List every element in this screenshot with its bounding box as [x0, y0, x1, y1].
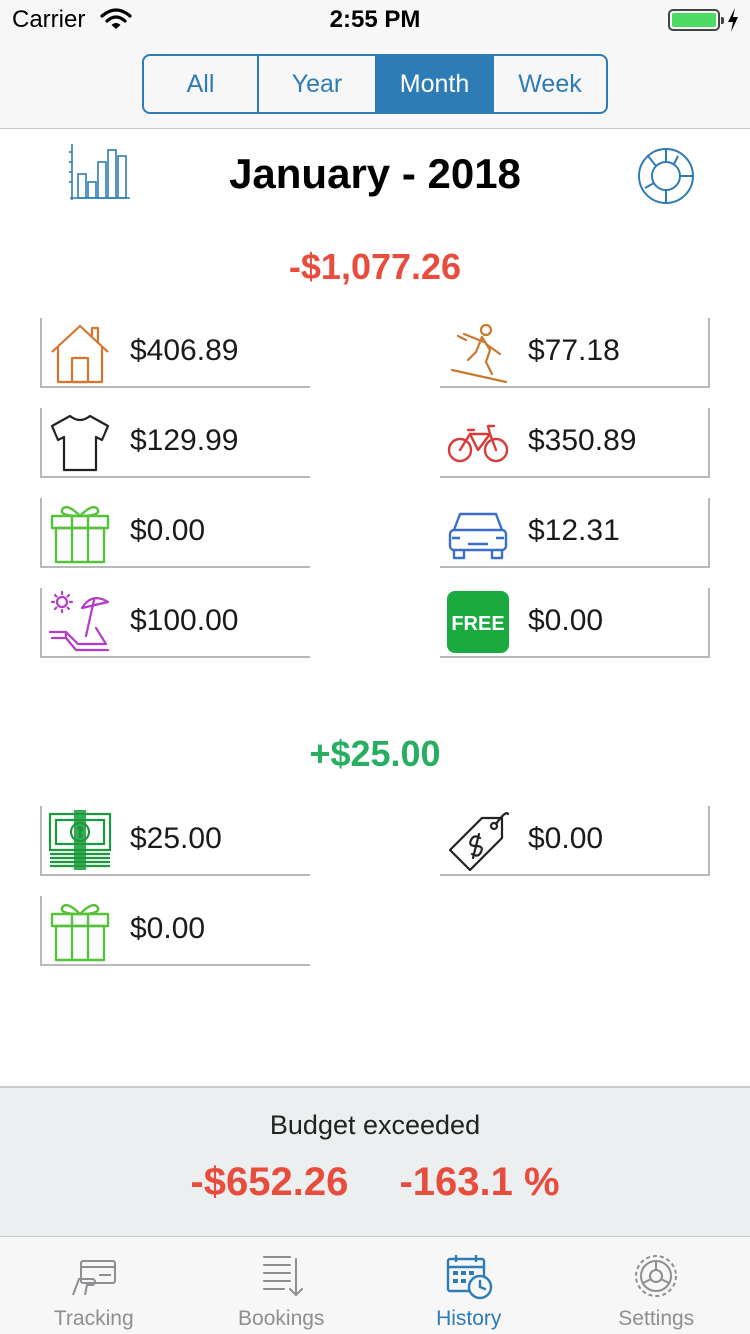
clock-label: 2:55 PM — [329, 6, 421, 33]
expense-tile-bicycle[interactable]: $350.89 — [440, 408, 710, 478]
tab-bar: Tracking Bookings History Settings — [0, 1236, 750, 1334]
tile-amount: $350.89 — [528, 424, 637, 457]
tile-amount: $100.00 — [130, 604, 239, 637]
segment-all[interactable]: All — [144, 56, 259, 112]
price-tag-icon — [448, 812, 510, 872]
donut-chart-icon[interactable] — [636, 146, 696, 206]
segment-week[interactable]: Week — [494, 56, 606, 112]
list-icon — [263, 1256, 304, 1297]
tile-amount: $25.00 — [130, 822, 222, 855]
period-header: January - 2018 — [0, 130, 750, 220]
budget-values: -$652.26 -163.1 % — [0, 1160, 750, 1205]
expense-tile-free[interactable]: FREE $0.00 — [440, 588, 710, 658]
tile-amount: $0.00 — [528, 822, 604, 855]
tab-settings[interactable]: Settings — [563, 1237, 750, 1334]
budget-status-label: Budget exceeded — [269, 1110, 481, 1140]
expense-tile-clothing[interactable]: $129.99 — [40, 408, 310, 478]
expense-tile-housing[interactable]: $406.89 — [40, 318, 310, 388]
bicycle-icon — [447, 424, 509, 463]
battery-icon — [668, 9, 724, 31]
tile-amount: $129.99 — [130, 424, 239, 457]
house-icon — [51, 324, 109, 384]
period-segmented-control: All Year Month Week — [142, 54, 608, 114]
tile-amount: $0.00 — [130, 514, 206, 547]
beach-chair-icon — [48, 590, 110, 652]
card-icon — [71, 1260, 116, 1296]
income-tile-gifts[interactable]: $0.00 — [40, 896, 310, 966]
tile-amount: $0.00 — [130, 912, 206, 945]
gift-icon — [50, 505, 110, 564]
tile-amount: $77.18 — [528, 334, 620, 367]
segment-year[interactable]: Year — [259, 56, 377, 112]
status-bar: Carrier 2:55 PM — [0, 0, 750, 40]
tile-amount: $0.00 — [528, 604, 604, 637]
expenses-total: -$1,077.26 — [288, 246, 462, 287]
expense-tile-gifts[interactable]: $0.00 — [40, 498, 310, 568]
gear-icon — [635, 1255, 678, 1297]
charging-bolt-icon — [728, 8, 738, 32]
expense-tile-sports[interactable]: $77.18 — [440, 318, 710, 388]
budget-percent: -163.1 % — [399, 1160, 560, 1204]
skier-icon — [450, 323, 508, 384]
period-selector-bar: All Year Month Week — [0, 40, 750, 129]
svg-text:FREE: FREE — [451, 613, 504, 635]
gift-icon — [50, 903, 110, 962]
expense-tile-car[interactable]: $12.31 — [440, 498, 710, 568]
tab-tracking[interactable]: Tracking — [0, 1237, 188, 1334]
tab-label: Bookings — [238, 1307, 325, 1330]
tile-amount: $406.89 — [130, 334, 239, 367]
tab-bookings[interactable]: Bookings — [188, 1237, 376, 1334]
tile-amount: $12.31 — [528, 514, 620, 547]
tshirt-icon — [50, 414, 110, 472]
segment-month[interactable]: Month — [377, 56, 494, 112]
tab-history[interactable]: History — [375, 1237, 563, 1334]
expense-tile-vacation[interactable]: $100.00 — [40, 588, 310, 658]
income-tile-cash[interactable]: $25.00 — [40, 806, 310, 876]
budget-amount: -$652.26 — [190, 1160, 349, 1204]
cash-icon — [48, 810, 112, 870]
budget-summary: Budget exceeded -$652.26 -163.1 % — [0, 1086, 750, 1236]
free-badge-icon: FREE — [447, 591, 509, 653]
calendar-clock-icon — [446, 1255, 492, 1300]
tab-label: History — [436, 1307, 502, 1330]
income-total: +$25.00 — [309, 733, 441, 774]
car-icon — [448, 512, 508, 560]
tab-label: Tracking — [53, 1307, 134, 1330]
tab-label: Settings — [618, 1307, 695, 1330]
income-tile-sales[interactable]: $0.00 — [440, 806, 710, 876]
